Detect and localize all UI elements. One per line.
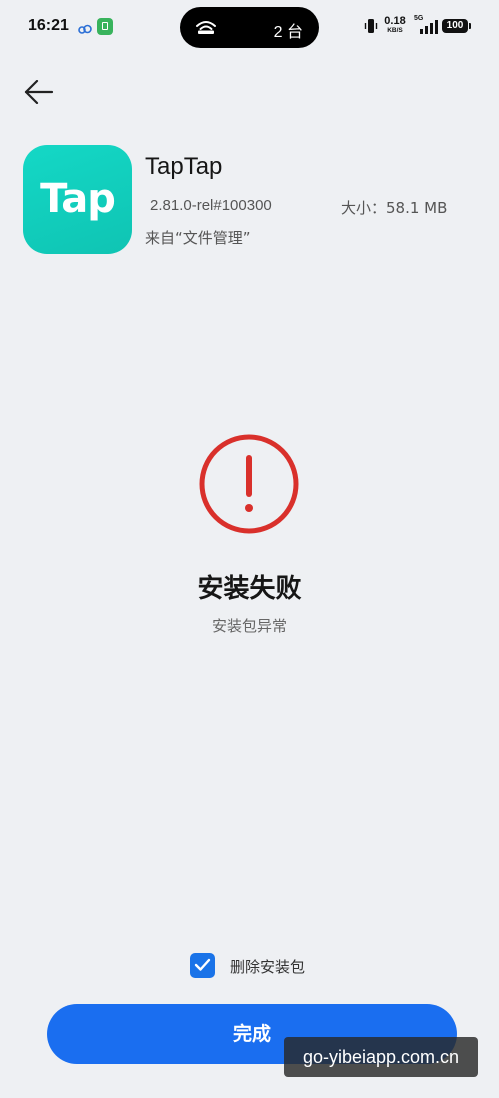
watermark: go-yibeiapp.com.cn [284, 1037, 478, 1077]
app-source: 来自“文件管理” [145, 229, 251, 247]
exclamation-circle-icon [198, 433, 300, 539]
app-version: 2.81.0-rel#100300 [150, 197, 272, 214]
connected-devices-icon [195, 19, 217, 39]
notification-app-icon [97, 18, 113, 35]
vibrate-icon [364, 18, 378, 38]
cloud-sync-icon [78, 20, 92, 39]
check-icon [194, 958, 211, 971]
island-device-count: 2 台 [273, 24, 303, 41]
install-failed-title: 安装失败 [197, 574, 302, 604]
dynamic-island[interactable]: 2 台 [180, 7, 319, 48]
network-speed-unit: KB/S [387, 27, 403, 34]
taptap-app-icon: Tap [23, 145, 132, 254]
delete-package-label: 删除安装包 [230, 958, 306, 976]
back-button[interactable] [20, 74, 60, 110]
signal-icon [420, 19, 438, 38]
app-name: TapTap [145, 153, 223, 180]
arrow-left-icon [24, 80, 54, 104]
status-bar: 16:21 2 台 0.18 KB/S 5G 100 [0, 0, 499, 56]
battery-level: 100 [442, 19, 471, 33]
network-speed-value: 0.18 [384, 15, 406, 27]
delete-package-checkbox[interactable] [190, 953, 215, 978]
network-speed: 0.18 KB/S [383, 16, 407, 35]
app-size: 大小：58.1 MB [341, 199, 448, 217]
install-failed-reason: 安装包异常 [211, 617, 287, 635]
status-time: 16:21 [28, 17, 69, 34]
